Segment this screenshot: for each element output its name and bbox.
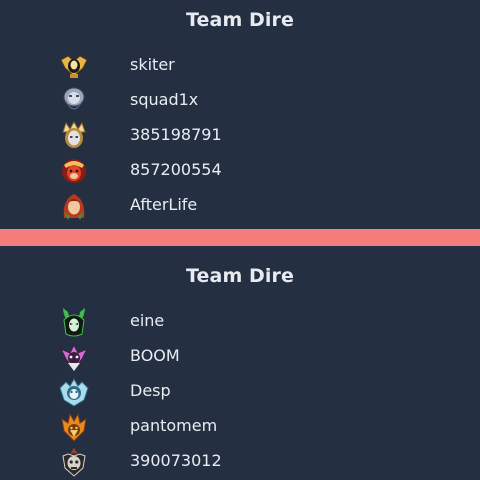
player-row[interactable]: 390073012 <box>0 445 480 480</box>
player-row[interactable]: AfterLife <box>0 189 480 224</box>
player-row[interactable]: eine <box>0 305 480 340</box>
player-name[interactable]: pantomem <box>130 416 217 435</box>
team-title: Team Dire <box>186 265 294 287</box>
player-row[interactable]: Desp <box>0 375 480 410</box>
player-row[interactable]: 385198791 <box>0 119 480 154</box>
player-name[interactable]: eine <box>130 311 164 330</box>
team-panel-bottom: Team Dire eine BOOM Desp pantomem 390073… <box>0 246 480 480</box>
player-row[interactable]: BOOM <box>0 340 480 375</box>
player-name[interactable]: squad1x <box>130 90 198 109</box>
hero-fire-bird-icon <box>58 411 90 443</box>
hero-skull-warrior-icon <box>58 446 90 478</box>
hero-purple-mask-icon <box>58 341 90 373</box>
player-name[interactable]: 390073012 <box>130 451 222 470</box>
team-panel-top: Team Dire skiter squad1x 385198791 85720… <box>0 0 480 229</box>
player-name[interactable]: AfterLife <box>130 195 197 214</box>
player-row[interactable]: squad1x <box>0 84 480 119</box>
player-row[interactable]: 857200554 <box>0 154 480 189</box>
hero-red-monkey-icon <box>58 155 90 187</box>
team-title: Team Dire <box>186 9 294 31</box>
hero-green-horned-icon <box>58 306 90 338</box>
hero-ice-beast-icon <box>58 376 90 408</box>
team-divider <box>0 229 480 246</box>
player-row[interactable]: skiter <box>0 49 480 84</box>
player-name[interactable]: 385198791 <box>130 125 222 144</box>
player-name[interactable]: Desp <box>130 381 171 400</box>
player-name[interactable]: BOOM <box>130 346 180 365</box>
player-name[interactable]: skiter <box>130 55 175 74</box>
hero-windranger-icon <box>58 190 90 222</box>
hero-bearded-elder-icon <box>58 85 90 117</box>
hero-gold-crown-icon <box>58 120 90 152</box>
hero-gold-winged-icon <box>58 50 90 82</box>
player-name[interactable]: 857200554 <box>130 160 222 179</box>
player-row[interactable]: pantomem <box>0 410 480 445</box>
